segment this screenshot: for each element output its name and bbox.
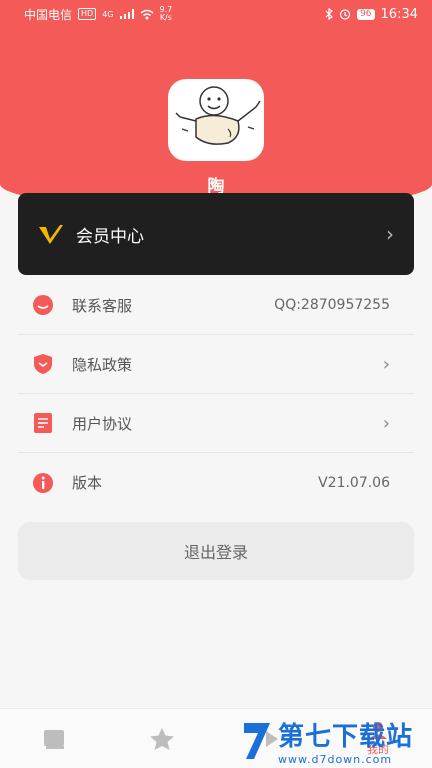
status-bar: 中国电信 HD 4G 9.7 K/s 96 16:34: [0, 0, 432, 28]
settings-menu: 联系客服 QQ:2870957255 隐私政策 › 用户协议 › 版本 V21.…: [18, 276, 414, 512]
chevron-right-icon: ›: [382, 412, 390, 434]
version-number: V21.07.06: [318, 474, 390, 491]
chevron-right-icon: ›: [386, 222, 394, 246]
watermark-url: www.d7down.com: [278, 753, 393, 766]
wifi-icon: [140, 9, 153, 19]
carrier-label: 中国电信: [24, 7, 73, 22]
network-speed: 9.7 K/s: [159, 5, 173, 22]
book-icon: [44, 729, 64, 749]
alarm-icon: [339, 9, 351, 20]
menu-item-user-agreement[interactable]: 用户协议 ›: [18, 394, 414, 453]
watermark: 第七下载站 www.d7down.com: [240, 714, 428, 768]
tab-bookshelf[interactable]: [0, 709, 108, 768]
vip-center-button[interactable]: 会员中心 ›: [18, 193, 414, 275]
logout-button[interactable]: 退出登录: [18, 522, 414, 580]
menu-label: 联系客服: [72, 296, 133, 315]
menu-item-customer-service[interactable]: 联系客服 QQ:2870957255: [18, 276, 414, 335]
menu-item-version[interactable]: 版本 V21.07.06: [18, 453, 414, 512]
menu-label: 版本: [72, 474, 103, 492]
qq-number: QQ:2870957255: [274, 297, 390, 313]
bluetooth-icon: [325, 8, 334, 20]
hd-badge: HD: [78, 8, 97, 20]
signal-icon: [119, 9, 134, 19]
vip-icon: [39, 225, 63, 244]
network-type: 4G: [102, 9, 114, 19]
chevron-right-icon: ›: [382, 353, 390, 375]
tab-favorites[interactable]: [108, 709, 216, 768]
menu-item-privacy-policy[interactable]: 隐私政策 ›: [18, 335, 414, 394]
menu-label: 隐私政策: [72, 355, 133, 374]
chat-bubble-icon: [32, 294, 54, 316]
star-icon: [150, 727, 174, 750]
shield-icon: [32, 353, 54, 375]
vip-center-label: 会员中心: [76, 226, 144, 247]
info-icon: [32, 472, 54, 494]
avatar[interactable]: [168, 79, 264, 161]
document-icon: [32, 412, 54, 434]
avatar-drawing: [175, 86, 261, 145]
watermark-title: 第七下载站: [278, 722, 414, 752]
clock: 16:34: [380, 6, 418, 22]
watermark-logo-icon: [244, 723, 270, 759]
battery-level: 96: [357, 8, 375, 20]
menu-label: 用户协议: [72, 414, 133, 433]
